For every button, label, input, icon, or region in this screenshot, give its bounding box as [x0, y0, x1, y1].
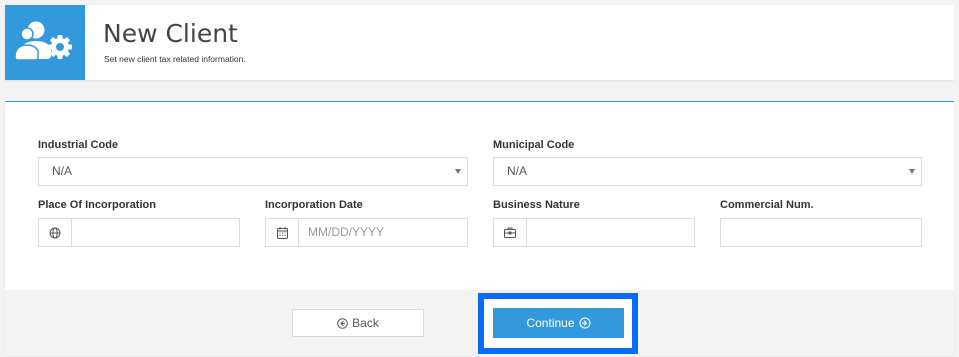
place-of-incorporation-label: Place Of Incorporation [38, 199, 156, 211]
business-nature-input[interactable] [526, 218, 695, 247]
continue-circle-icon [578, 317, 591, 329]
chevron-down-icon [909, 169, 915, 174]
globe-icon [38, 218, 71, 247]
continue-button-label: Continue [526, 316, 575, 330]
municipal-code-value: N/A [507, 164, 528, 178]
industrial-code-value: N/A [52, 164, 73, 178]
briefcase-icon [493, 218, 526, 247]
commercial-num-input[interactable] [720, 218, 922, 247]
back-button-label: Back [352, 316, 379, 330]
page-subtitle: Set new client tax related information. [104, 54, 246, 64]
back-circle-icon [337, 317, 348, 329]
page-header: New Client Set new client tax related in… [5, 5, 954, 80]
commercial-num-label: Commercial Num. [720, 199, 814, 211]
business-nature-group [493, 218, 695, 247]
calendar-icon[interactable] [265, 218, 298, 247]
chevron-down-icon [455, 169, 461, 174]
place-of-incorporation-group [38, 218, 240, 247]
client-tax-form: Industrial Code N/A Municipal Code N/A P… [5, 101, 954, 356]
continue-button[interactable]: Continue [493, 308, 624, 338]
back-button[interactable]: Back [292, 309, 424, 337]
place-of-incorporation-input[interactable] [71, 218, 240, 247]
municipal-code-select[interactable]: N/A [493, 157, 922, 186]
page-title: New Client [103, 19, 238, 48]
incorporation-date-group: MM/DD/YYYY [265, 218, 468, 247]
industrial-code-label: Industrial Code [38, 139, 119, 151]
municipal-code-label: Municipal Code [493, 139, 575, 151]
users-gear-icon [14, 21, 72, 61]
industrial-code-select[interactable]: N/A [38, 157, 468, 186]
form-footer: Back Continue [5, 290, 954, 356]
incorporation-date-label: Incorporation Date [265, 199, 363, 211]
business-nature-label: Business Nature [493, 199, 580, 211]
header-icon-box [5, 5, 85, 80]
incorporation-date-input[interactable]: MM/DD/YYYY [298, 218, 468, 247]
